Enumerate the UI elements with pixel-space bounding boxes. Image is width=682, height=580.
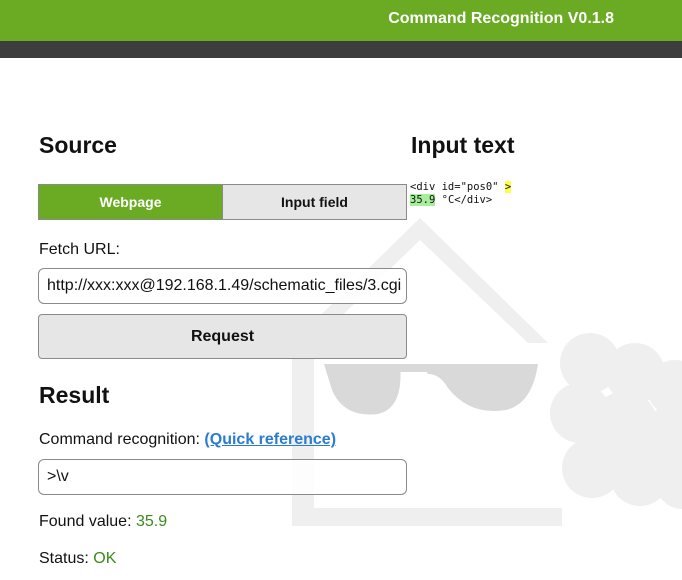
- fetch-url-label: Fetch URL:: [39, 241, 120, 258]
- input-text-heading: Input text: [411, 132, 515, 158]
- found-value-label: Found value:: [39, 513, 132, 530]
- command-recognition-label: Command recognition:: [39, 431, 200, 448]
- result-heading: Result: [39, 382, 110, 408]
- found-value-row: Found value: 35.9: [39, 513, 167, 531]
- command-recognition-row: Command recognition: (Quick reference): [39, 431, 336, 449]
- code-line1: <div id="pos0": [410, 181, 505, 193]
- header-subbar: [0, 41, 682, 58]
- status-label: Status:: [39, 550, 89, 567]
- code-line2: °C</div>: [435, 194, 493, 206]
- header-bar: Command Recognition V0.1.8: [0, 0, 682, 41]
- request-button[interactable]: Request: [38, 314, 407, 359]
- status-value: OK: [93, 550, 117, 567]
- input-text-code: <div id="pos0" > 35.9 °C</div>: [410, 181, 512, 207]
- source-tabs: Webpage Input field: [38, 184, 407, 220]
- status-row: Status: OK: [39, 550, 116, 568]
- code-highlight-value: 35.9: [410, 194, 436, 206]
- quick-reference-link[interactable]: (Quick reference): [204, 431, 336, 448]
- source-heading: Source: [39, 132, 117, 158]
- app-title: Command Recognition V0.1.8: [388, 10, 614, 27]
- command-input[interactable]: >\v: [38, 459, 407, 495]
- fetch-url-input[interactable]: http://xxx:xxx@192.168.1.49/schematic_fi…: [38, 268, 407, 304]
- tab-webpage[interactable]: Webpage: [39, 185, 222, 219]
- code-highlight-tag-end: >: [504, 181, 512, 193]
- tab-input-field[interactable]: Input field: [222, 185, 406, 219]
- found-value: 35.9: [135, 513, 168, 530]
